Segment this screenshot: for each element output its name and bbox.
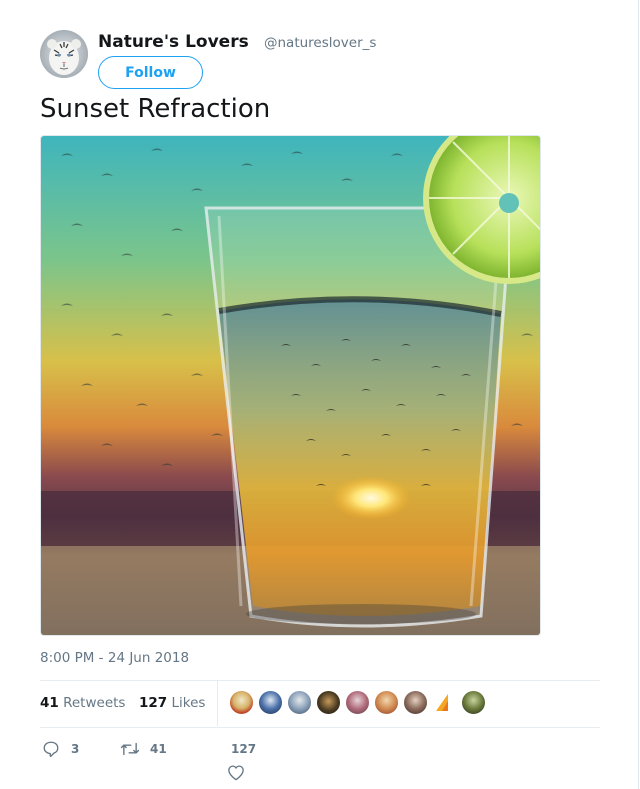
like-count: 127 — [231, 742, 257, 756]
tweet-timestamp[interactable]: 8:00 PM - 24 Jun 2018 — [40, 648, 189, 668]
liker-avatar[interactable] — [316, 690, 341, 715]
divider-bottom — [40, 727, 600, 728]
liker-avatar[interactable] — [374, 690, 399, 715]
triangle-logo-icon — [436, 694, 448, 711]
likes-stat[interactable]: 127 Likes — [139, 693, 205, 713]
tweet-text: Sunset Refraction — [40, 94, 271, 124]
liker-avatar[interactable] — [432, 690, 457, 715]
like-action[interactable] — [227, 764, 245, 781]
retweet-icon — [120, 742, 140, 756]
liker-avatar[interactable] — [403, 690, 428, 715]
likes-label: Likes — [171, 695, 206, 711]
retweets-count: 41 — [40, 695, 59, 711]
stats-separator — [217, 681, 218, 726]
retweets-label: Retweets — [63, 695, 126, 711]
liker-avatar[interactable] — [461, 690, 486, 715]
sunset-glass-image — [41, 136, 540, 635]
heart-icon — [228, 765, 244, 781]
tweet-photo[interactable] — [40, 135, 541, 636]
liker-avatar[interactable] — [345, 690, 370, 715]
reply-icon — [43, 741, 59, 758]
retweet-action[interactable]: 41 — [120, 740, 167, 758]
retweet-count: 41 — [150, 742, 167, 756]
retweets-stat[interactable]: 41 Retweets — [40, 693, 125, 713]
liker-avatar[interactable] — [258, 690, 283, 715]
profile-avatar[interactable] — [40, 30, 88, 78]
likes-count: 127 — [139, 695, 168, 711]
divider-top — [40, 680, 600, 681]
reply-count: 3 — [71, 742, 80, 756]
liker-avatar[interactable] — [287, 690, 312, 715]
follow-button[interactable]: Follow — [98, 56, 203, 89]
liker-avatar[interactable] — [229, 690, 254, 715]
user-handle[interactable]: @natureslover_s — [264, 33, 376, 53]
display-name[interactable]: Nature's Lovers — [98, 30, 249, 54]
reply-action[interactable]: 3 — [42, 740, 79, 758]
